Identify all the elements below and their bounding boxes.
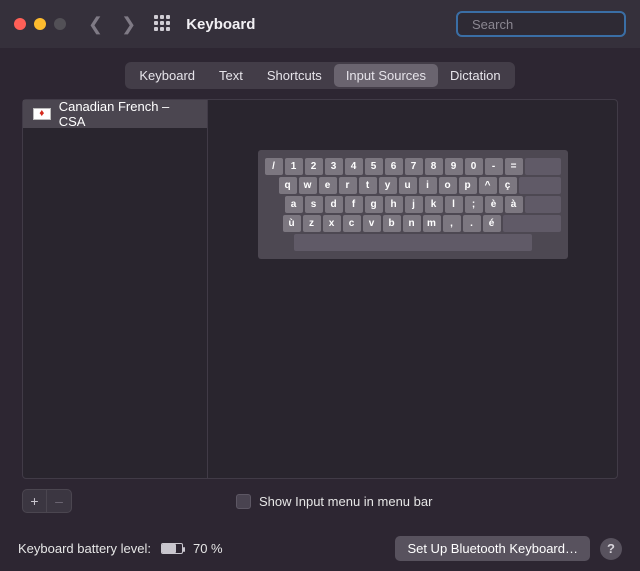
key: à [505,196,523,213]
close-window-icon[interactable] [14,18,26,30]
battery-percent: 70 % [193,541,223,556]
key: p [459,177,477,194]
minimize-window-icon[interactable] [34,18,46,30]
tab-bar: KeyboardTextShortcutsInput SourcesDictat… [0,62,640,89]
key: f [345,196,363,213]
key: é [483,215,501,232]
key: 1 [285,158,303,175]
keyboard-preview: /1234567890-= qwertyuiop^ç asdfghjkl;èà ùzx… [208,100,617,478]
key: c [343,215,361,232]
main-panel: ♦ Canadian French – CSA /1234567890-= qwe… [22,99,618,479]
key: 6 [385,158,403,175]
key: - [485,158,503,175]
window-controls [14,18,66,30]
key: ^ [479,177,497,194]
key: v [363,215,381,232]
footer: Keyboard battery level: 70 % Set Up Blue… [0,536,640,561]
key: e [319,177,337,194]
key: k [425,196,443,213]
key: ; [465,196,483,213]
key: u [399,177,417,194]
key: 4 [345,158,363,175]
remove-source-button: – [47,490,71,512]
search-input[interactable] [472,17,640,32]
nav-back-forward: ❮ ❯ [88,14,136,35]
canada-flag-icon: ♦ [33,108,51,120]
key: w [299,177,317,194]
key: h [385,196,403,213]
key: 5 [365,158,383,175]
key: y [379,177,397,194]
key: è [485,196,503,213]
show-input-menu-label: Show Input menu in menu bar [259,494,432,509]
add-source-button[interactable]: + [23,490,47,512]
key: / [265,158,283,175]
key: g [365,196,383,213]
key: m [423,215,441,232]
key: r [339,177,357,194]
add-remove-segment: + – [22,489,72,513]
key: b [383,215,401,232]
input-sources-list[interactable]: ♦ Canadian French – CSA [23,100,208,478]
keyboard-layout: /1234567890-= qwertyuiop^ç asdfghjkl;èà ùzx… [258,150,568,259]
all-prefs-icon[interactable] [154,15,172,33]
tab-text[interactable]: Text [207,64,255,87]
forward-icon: ❯ [121,14,136,35]
tab-shortcuts[interactable]: Shortcuts [255,64,334,87]
search-field[interactable] [456,11,626,37]
key: , [443,215,461,232]
key: l [445,196,463,213]
key: t [359,177,377,194]
key: 7 [405,158,423,175]
key: = [505,158,523,175]
under-panel-row: + – Show Input menu in menu bar [22,489,618,513]
input-source-row[interactable]: ♦ Canadian French – CSA [23,100,207,128]
battery-label: Keyboard battery level: [18,541,151,556]
tab-input-sources[interactable]: Input Sources [334,64,438,87]
back-icon[interactable]: ❮ [88,14,103,35]
key: x [323,215,341,232]
key: 9 [445,158,463,175]
tab-keyboard[interactable]: Keyboard [127,64,207,87]
key: n [403,215,421,232]
input-source-name: Canadian French – CSA [59,99,197,129]
key: ù [283,215,301,232]
key: z [303,215,321,232]
setup-bluetooth-button[interactable]: Set Up Bluetooth Keyboard… [395,536,590,561]
help-button[interactable]: ? [600,538,622,560]
key: a [285,196,303,213]
zoom-window-icon [54,18,66,30]
key: ç [499,177,517,194]
titlebar: ❮ ❯ Keyboard [0,0,640,48]
key: 0 [465,158,483,175]
page-title: Keyboard [186,16,255,33]
key: i [419,177,437,194]
key: 8 [425,158,443,175]
key: o [439,177,457,194]
key: 2 [305,158,323,175]
key: 3 [325,158,343,175]
tab-dictation[interactable]: Dictation [438,64,513,87]
key: . [463,215,481,232]
battery-icon [161,543,183,554]
key: s [305,196,323,213]
key: d [325,196,343,213]
key: q [279,177,297,194]
key: j [405,196,423,213]
show-input-menu-checkbox[interactable] [236,494,251,509]
